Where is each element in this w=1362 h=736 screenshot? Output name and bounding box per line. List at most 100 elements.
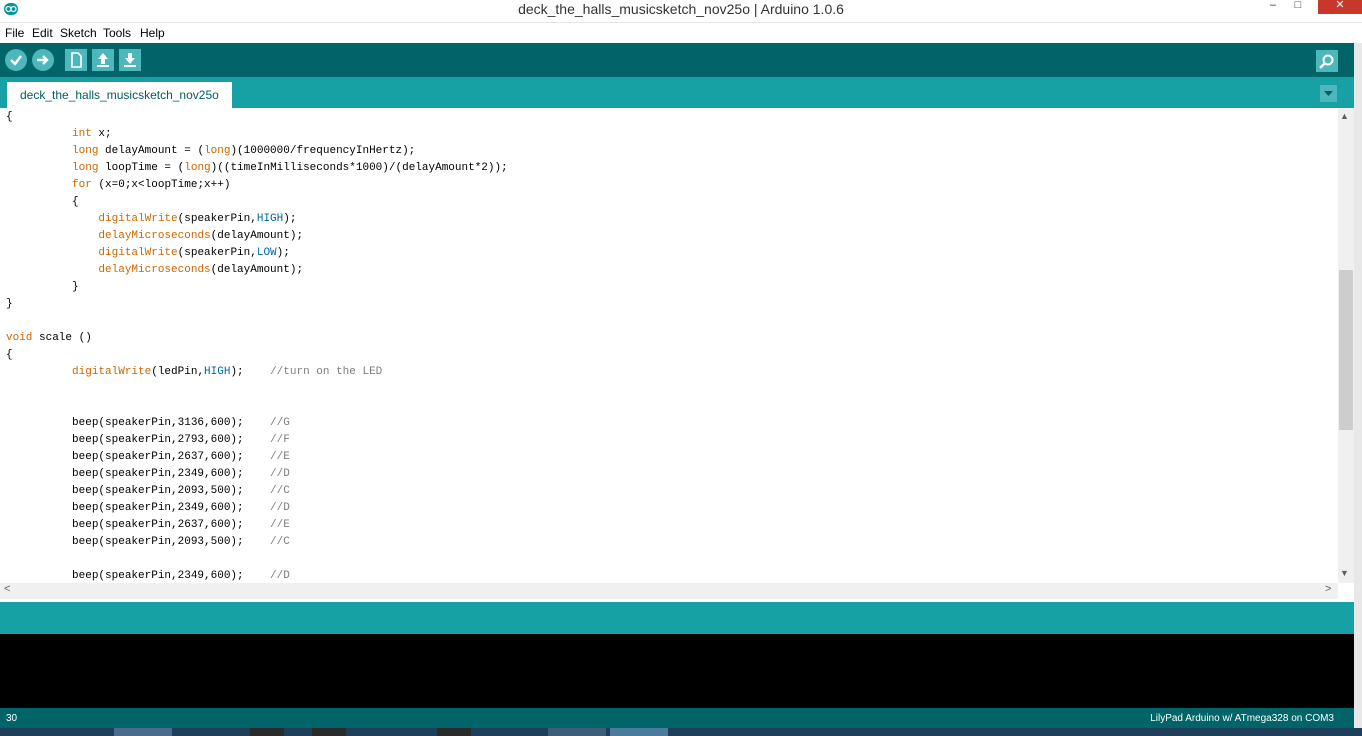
magnifier-icon — [1319, 54, 1334, 69]
taskbar-app-icon[interactable] — [312, 728, 346, 736]
code-line[interactable]: long loopTime = (long)((timeInMillisecon… — [6, 160, 508, 177]
code-token: //D — [270, 570, 290, 582]
code-token: long — [204, 145, 231, 157]
maximize-button[interactable]: □ — [1283, 0, 1313, 12]
code-line[interactable]: delayMicroseconds(delayAmount); — [6, 228, 508, 245]
verify-button[interactable] — [5, 49, 27, 71]
scroll-left-icon[interactable]: < — [4, 583, 10, 595]
code-line[interactable]: } — [6, 296, 508, 313]
code-token: beep(speakerPin,2349,600); — [6, 570, 271, 582]
code-editor[interactable]: { int x; long delayAmount = (long)(10000… — [0, 108, 1338, 583]
code-token: (ledPin, — [151, 366, 205, 378]
code-token: //C — [270, 536, 290, 548]
code-line[interactable]: for (x=0;x<loopTime;x++) — [6, 177, 508, 194]
vertical-scroll-thumb[interactable] — [1339, 270, 1353, 430]
taskbar — [0, 728, 1362, 736]
tab-strip: deck_the_halls_musicsketch_nov25o — [0, 77, 1354, 108]
code-token: LOW — [256, 247, 277, 259]
code-line[interactable]: digitalWrite(speakerPin,HIGH); — [6, 211, 508, 228]
code-token: int — [72, 128, 92, 140]
code-token: //E — [270, 519, 290, 531]
line-number: 30 — [6, 713, 18, 724]
code-token: digitalWrite — [98, 247, 178, 259]
code-token: (x=0;x<loopTime;x++) — [91, 179, 231, 191]
taskbar-app-icon[interactable] — [250, 728, 284, 736]
code-line[interactable] — [6, 398, 508, 415]
code-token: beep(speakerPin,2637,600); — [6, 451, 271, 463]
menu-help[interactable]: Help — [140, 26, 165, 40]
code-token: //D — [270, 468, 290, 480]
arrow-right-icon — [37, 55, 49, 65]
code-token: //G — [270, 417, 290, 429]
menu-edit[interactable]: Edit — [32, 26, 53, 40]
toolbar — [0, 43, 1354, 77]
new-button[interactable] — [65, 49, 87, 71]
menu-sketch[interactable]: Sketch — [60, 26, 97, 40]
code-token: beep(speakerPin,2093,500); — [6, 485, 271, 497]
close-button[interactable]: ✕ — [1318, 0, 1362, 14]
code-text[interactable]: { int x; long delayAmount = (long)(10000… — [6, 109, 508, 583]
code-token: delayAmount = ( — [98, 145, 205, 157]
code-token: )((timeInMilliseconds*1000)/(delayAmount… — [210, 162, 508, 174]
code-line[interactable]: int x; — [6, 126, 508, 143]
code-line[interactable]: digitalWrite(ledPin,HIGH); //turn on the… — [6, 364, 508, 381]
code-line[interactable]: beep(speakerPin,2093,500); //C — [6, 483, 508, 500]
code-line[interactable]: beep(speakerPin,2349,600); //D — [6, 500, 508, 517]
code-line[interactable]: beep(speakerPin,2093,500); //C — [6, 534, 508, 551]
taskbar-app-icon[interactable] — [437, 728, 471, 736]
code-line[interactable]: long delayAmount = (long)(1000000/freque… — [6, 143, 508, 160]
code-token: digitalWrite — [98, 213, 178, 225]
code-line[interactable]: beep(speakerPin,2349,600); //D — [6, 568, 508, 583]
code-token: (delayAmount); — [210, 264, 304, 276]
code-line[interactable]: } — [6, 279, 508, 296]
status-bar — [0, 602, 1354, 634]
code-line[interactable]: { — [6, 109, 508, 126]
menu-file[interactable]: File — [5, 26, 24, 40]
tab-menu-button[interactable] — [1320, 85, 1337, 102]
code-token: beep(speakerPin,2349,600); — [6, 502, 271, 514]
code-token: digitalWrite — [72, 366, 152, 378]
code-line[interactable] — [6, 313, 508, 330]
checkmark-icon — [10, 55, 22, 66]
code-token: ); — [283, 213, 297, 225]
code-line[interactable] — [6, 551, 508, 568]
code-token: (speakerPin, — [177, 213, 257, 225]
code-line[interactable]: { — [6, 347, 508, 364]
save-button[interactable] — [119, 49, 141, 71]
code-line[interactable]: beep(speakerPin,2349,600); //D — [6, 466, 508, 483]
menu-tools[interactable]: Tools — [103, 26, 131, 40]
menu-bar: File Edit Sketch Tools Help — [0, 23, 1362, 43]
window-edge — [1354, 43, 1362, 728]
scroll-right-icon[interactable]: > — [1325, 583, 1331, 595]
scroll-up-icon[interactable]: ▲ — [1340, 111, 1349, 121]
code-token: (delayAmount); — [210, 230, 304, 242]
code-line[interactable]: beep(speakerPin,2637,600); //E — [6, 449, 508, 466]
code-line[interactable]: delayMicroseconds(delayAmount); — [6, 262, 508, 279]
taskbar-app-icon[interactable] — [114, 728, 172, 736]
taskbar-app-icon[interactable] — [610, 728, 668, 736]
serial-monitor-button[interactable] — [1316, 50, 1338, 72]
code-token: HIGH — [256, 213, 284, 225]
code-line[interactable]: beep(speakerPin,2637,600); //E — [6, 517, 508, 534]
code-line[interactable]: void scale () — [6, 330, 508, 347]
code-line[interactable]: beep(speakerPin,3136,600); //G — [6, 415, 508, 432]
open-button[interactable] — [92, 49, 114, 71]
code-line[interactable]: { — [6, 194, 508, 211]
upload-button[interactable] — [32, 49, 54, 71]
taskbar-app-icon[interactable] — [548, 728, 606, 736]
code-token: beep(speakerPin,3136,600); — [6, 417, 271, 429]
code-token: long — [72, 145, 99, 157]
code-line[interactable]: beep(speakerPin,2793,600); //F — [6, 432, 508, 449]
code-token: //turn on the LED — [270, 366, 383, 378]
code-token: long — [72, 162, 99, 174]
code-line[interactable] — [6, 381, 508, 398]
scroll-down-icon[interactable]: ▼ — [1340, 568, 1349, 578]
code-line[interactable]: digitalWrite(speakerPin,LOW); — [6, 245, 508, 262]
tab-sketch[interactable]: deck_the_halls_musicsketch_nov25o — [7, 82, 232, 108]
horizontal-scrollbar[interactable] — [0, 583, 1338, 599]
console-output[interactable] — [0, 634, 1354, 708]
code-token: //D — [270, 502, 290, 514]
